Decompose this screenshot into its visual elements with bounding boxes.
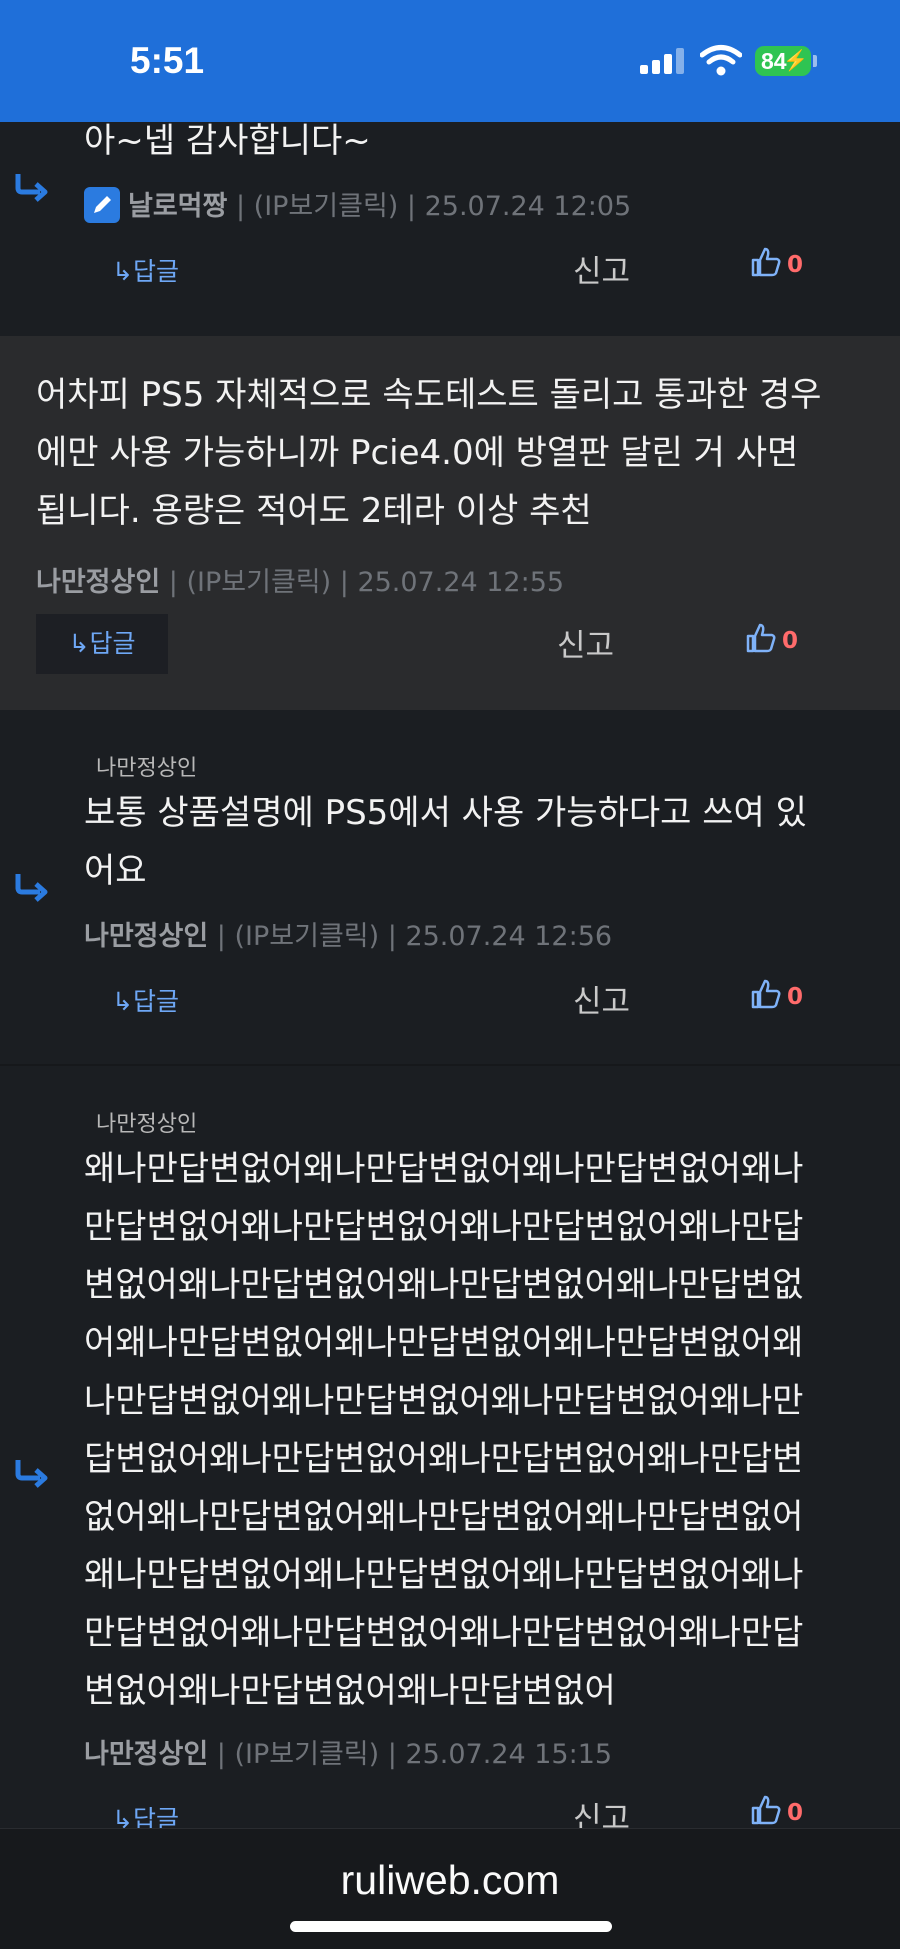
reply-arrow-icon [15,174,48,202]
thumbs-up-icon[interactable] [750,246,782,278]
ip-view-link[interactable]: (IP보기클릭) [186,567,331,598]
comment-text-line: 어왜나만답변없어왜나만답변없어왜나만답변없어왜 [84,1323,804,1363]
author-name[interactable]: 나만정상인 [36,567,160,598]
site-domain[interactable]: ruliweb.com [0,1857,900,1904]
battery-cap [813,55,817,67]
comment-datetime: 25.07.24 15:15 [405,1739,613,1770]
comment-text: 어차피 PS5 자체적으로 속도테스트 돌리고 통과한 경우 에만 사용 가능하… [36,366,821,540]
charging-bolt-icon: ⚡ [783,50,808,72]
comment-text-line: 만답변없어왜나만답변없어왜나만답변없어왜나만답 [84,1613,804,1653]
signal-icon [640,48,684,74]
comment-datetime: 25.07.24 12:05 [424,191,632,222]
comment-text-line: 없어왜나만답변없어왜나만답변없어왜나만답변없어 [84,1497,804,1537]
comment-text-line: 어차피 PS5 자체적으로 속도테스트 돌리고 통과한 경우 [36,375,822,415]
report-button[interactable]: 신고 [557,620,614,665]
status-bar: 5:51 84 ⚡ [0,0,900,122]
comment-text-line: 에만 사용 가능하니까 Pcie4.0에 방열판 달린 거 사면 [36,433,799,473]
ip-view-link[interactable]: (IP보기클릭) [234,1739,379,1770]
like-count: 0 [787,1800,804,1826]
reply-label: 답글 [89,629,136,658]
author-name[interactable]: 날로먹짱 [128,191,227,222]
comment-text-line: 만답변없어왜나만답변없어왜나만답변없어왜나만답 [84,1207,804,1247]
comment-reply: 나만정상인 보통 상품설명에 PS5에서 사용 가능하다고 쓰여 있 어요 나만… [0,710,900,1066]
pencil-icon [84,186,120,223]
status-time: 5:51 [130,40,205,81]
ip-view-link[interactable]: (IP보기클릭) [254,191,399,222]
reply-button[interactable]: ↳답글 [36,614,168,674]
comment-text: 보통 상품설명에 PS5에서 사용 가능하다고 쓰여 있 어요 [84,784,807,900]
thumbs-up-icon[interactable] [750,1794,782,1826]
report-button[interactable]: 신고 [573,246,630,291]
comment-text-line: 변없어왜나만답변없어왜나만답변없어 [84,1671,616,1711]
comment-meta: 날로먹짱 | (IP보기클릭) | 25.07.24 12:05 [84,184,631,226]
thumbs-up-icon[interactable] [750,978,782,1010]
report-button[interactable]: 신고 [573,976,630,1021]
wifi-icon [700,45,742,76]
comment-meta: 나만정상인 | (IP보기클릭) | 25.07.24 12:56 [84,921,613,952]
author-name[interactable]: 나만정상인 [84,921,208,952]
comment-text-line: 왜나만답변없어왜나만답변없어왜나만답변없어왜나 [84,1149,804,1189]
mention-target[interactable]: 나만정상인 [96,750,197,782]
like-count: 0 [787,984,804,1010]
comment-reply: 아~넵 감사합니다~ 날로먹짱 | (IP보기클릭) | 25.07.24 12… [0,121,900,336]
comment-text-line: 답변없어왜나만답변없어왜나만답변없어왜나만답변 [84,1439,804,1479]
comment-datetime: 25.07.24 12:55 [357,567,565,598]
like-count: 0 [782,628,799,654]
comment-meta: 나만정상인 | (IP보기클릭) | 25.07.24 15:15 [84,1739,613,1770]
author-name[interactable]: 나만정상인 [84,1739,208,1770]
comment-text-line: 보통 상품설명에 PS5에서 사용 가능하다고 쓰여 있 [84,793,807,833]
comment-text-line: 변없어왜나만답변없어왜나만답변없어왜나만답변없 [84,1265,804,1305]
thumbs-up-icon[interactable] [745,622,777,654]
home-indicator[interactable] [290,1921,612,1932]
comment: 어차피 PS5 자체적으로 속도테스트 돌리고 통과한 경우 에만 사용 가능하… [0,336,900,710]
reply-label: 답글 [132,987,179,1016]
mention-target[interactable]: 나만정상인 [96,1106,197,1138]
comment-text: 아~넵 감사합니다~ [84,121,371,161]
browser-address-bar[interactable]: ruliweb.com [0,1828,900,1949]
reply-button[interactable]: ↳답글 [112,982,179,1018]
comment-text-line: 됩니다. 용량은 적어도 2테라 이상 추천 [36,491,592,531]
comment-reply: 나만정상인 왜나만답변없어왜나만답변없어왜나만답변없어왜나 만답변없어왜나만답변… [0,1066,900,1837]
comment-text: 왜나만답변없어왜나만답변없어왜나만답변없어왜나 만답변없어왜나만답변없어왜나만답… [84,1140,803,1720]
reply-arrow-icon [15,1460,48,1488]
comment-text-line: 어요 [84,851,147,891]
battery-indicator: 84 ⚡ [755,46,811,76]
ip-view-link[interactable]: (IP보기클릭) [234,921,379,952]
comment-text-line: 나만답변없어왜나만답변없어왜나만답변없어왜나만 [84,1381,804,1421]
comment-datetime: 25.07.24 12:56 [405,921,613,952]
reply-label: 답글 [132,257,179,286]
reply-arrow-icon [15,874,48,902]
reply-button[interactable]: ↳답글 [112,252,179,288]
comment-meta: 나만정상인 | (IP보기클릭) | 25.07.24 12:55 [36,567,565,598]
like-count: 0 [787,252,804,278]
comment-text-line: 왜나만답변없어왜나만답변없어왜나만답변없어왜나 [84,1555,804,1595]
